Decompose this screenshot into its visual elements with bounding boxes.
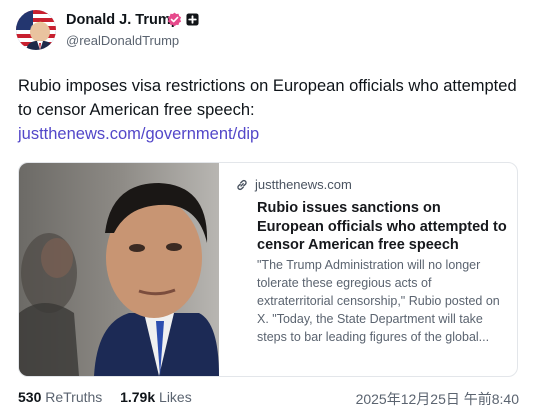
avatar[interactable] <box>16 10 56 50</box>
link-icon <box>237 179 247 191</box>
post-timestamp[interactable]: 2025年12月25日 午前8:40 <box>356 389 519 409</box>
author-name[interactable]: Donald J. Trump <box>66 12 180 28</box>
likes-count[interactable]: 1.79k <box>120 389 155 405</box>
retruths-label[interactable]: ReTruths <box>45 389 102 405</box>
verified-badge-icon <box>167 12 182 27</box>
post-link[interactable]: justthenews.com/government/dip <box>18 122 259 146</box>
card-domain: justthenews.com <box>255 177 352 192</box>
organization-badge-icon <box>186 13 199 26</box>
likes-label[interactable]: Likes <box>159 389 192 405</box>
flag-portrait-avatar-icon <box>16 10 56 50</box>
post-text: Rubio imposes visa restrictions on Europ… <box>18 77 517 119</box>
card-title[interactable]: Rubio issues sanctions on European offic… <box>257 199 507 255</box>
engagement-stats: 530 ReTruths 1.79k Likes <box>18 389 192 405</box>
card-description: "The Trump Administration will no longer… <box>257 258 500 344</box>
post-card: Donald J. Trump @realDonaldTrump Rubio i… <box>0 0 537 419</box>
link-preview-card[interactable]: justthenews.com Rubio issues sanctions o… <box>18 162 518 377</box>
retruths-count[interactable]: 530 <box>18 389 41 405</box>
author-handle[interactable]: @realDonaldTrump <box>66 33 179 48</box>
news-photo-icon <box>19 163 219 376</box>
